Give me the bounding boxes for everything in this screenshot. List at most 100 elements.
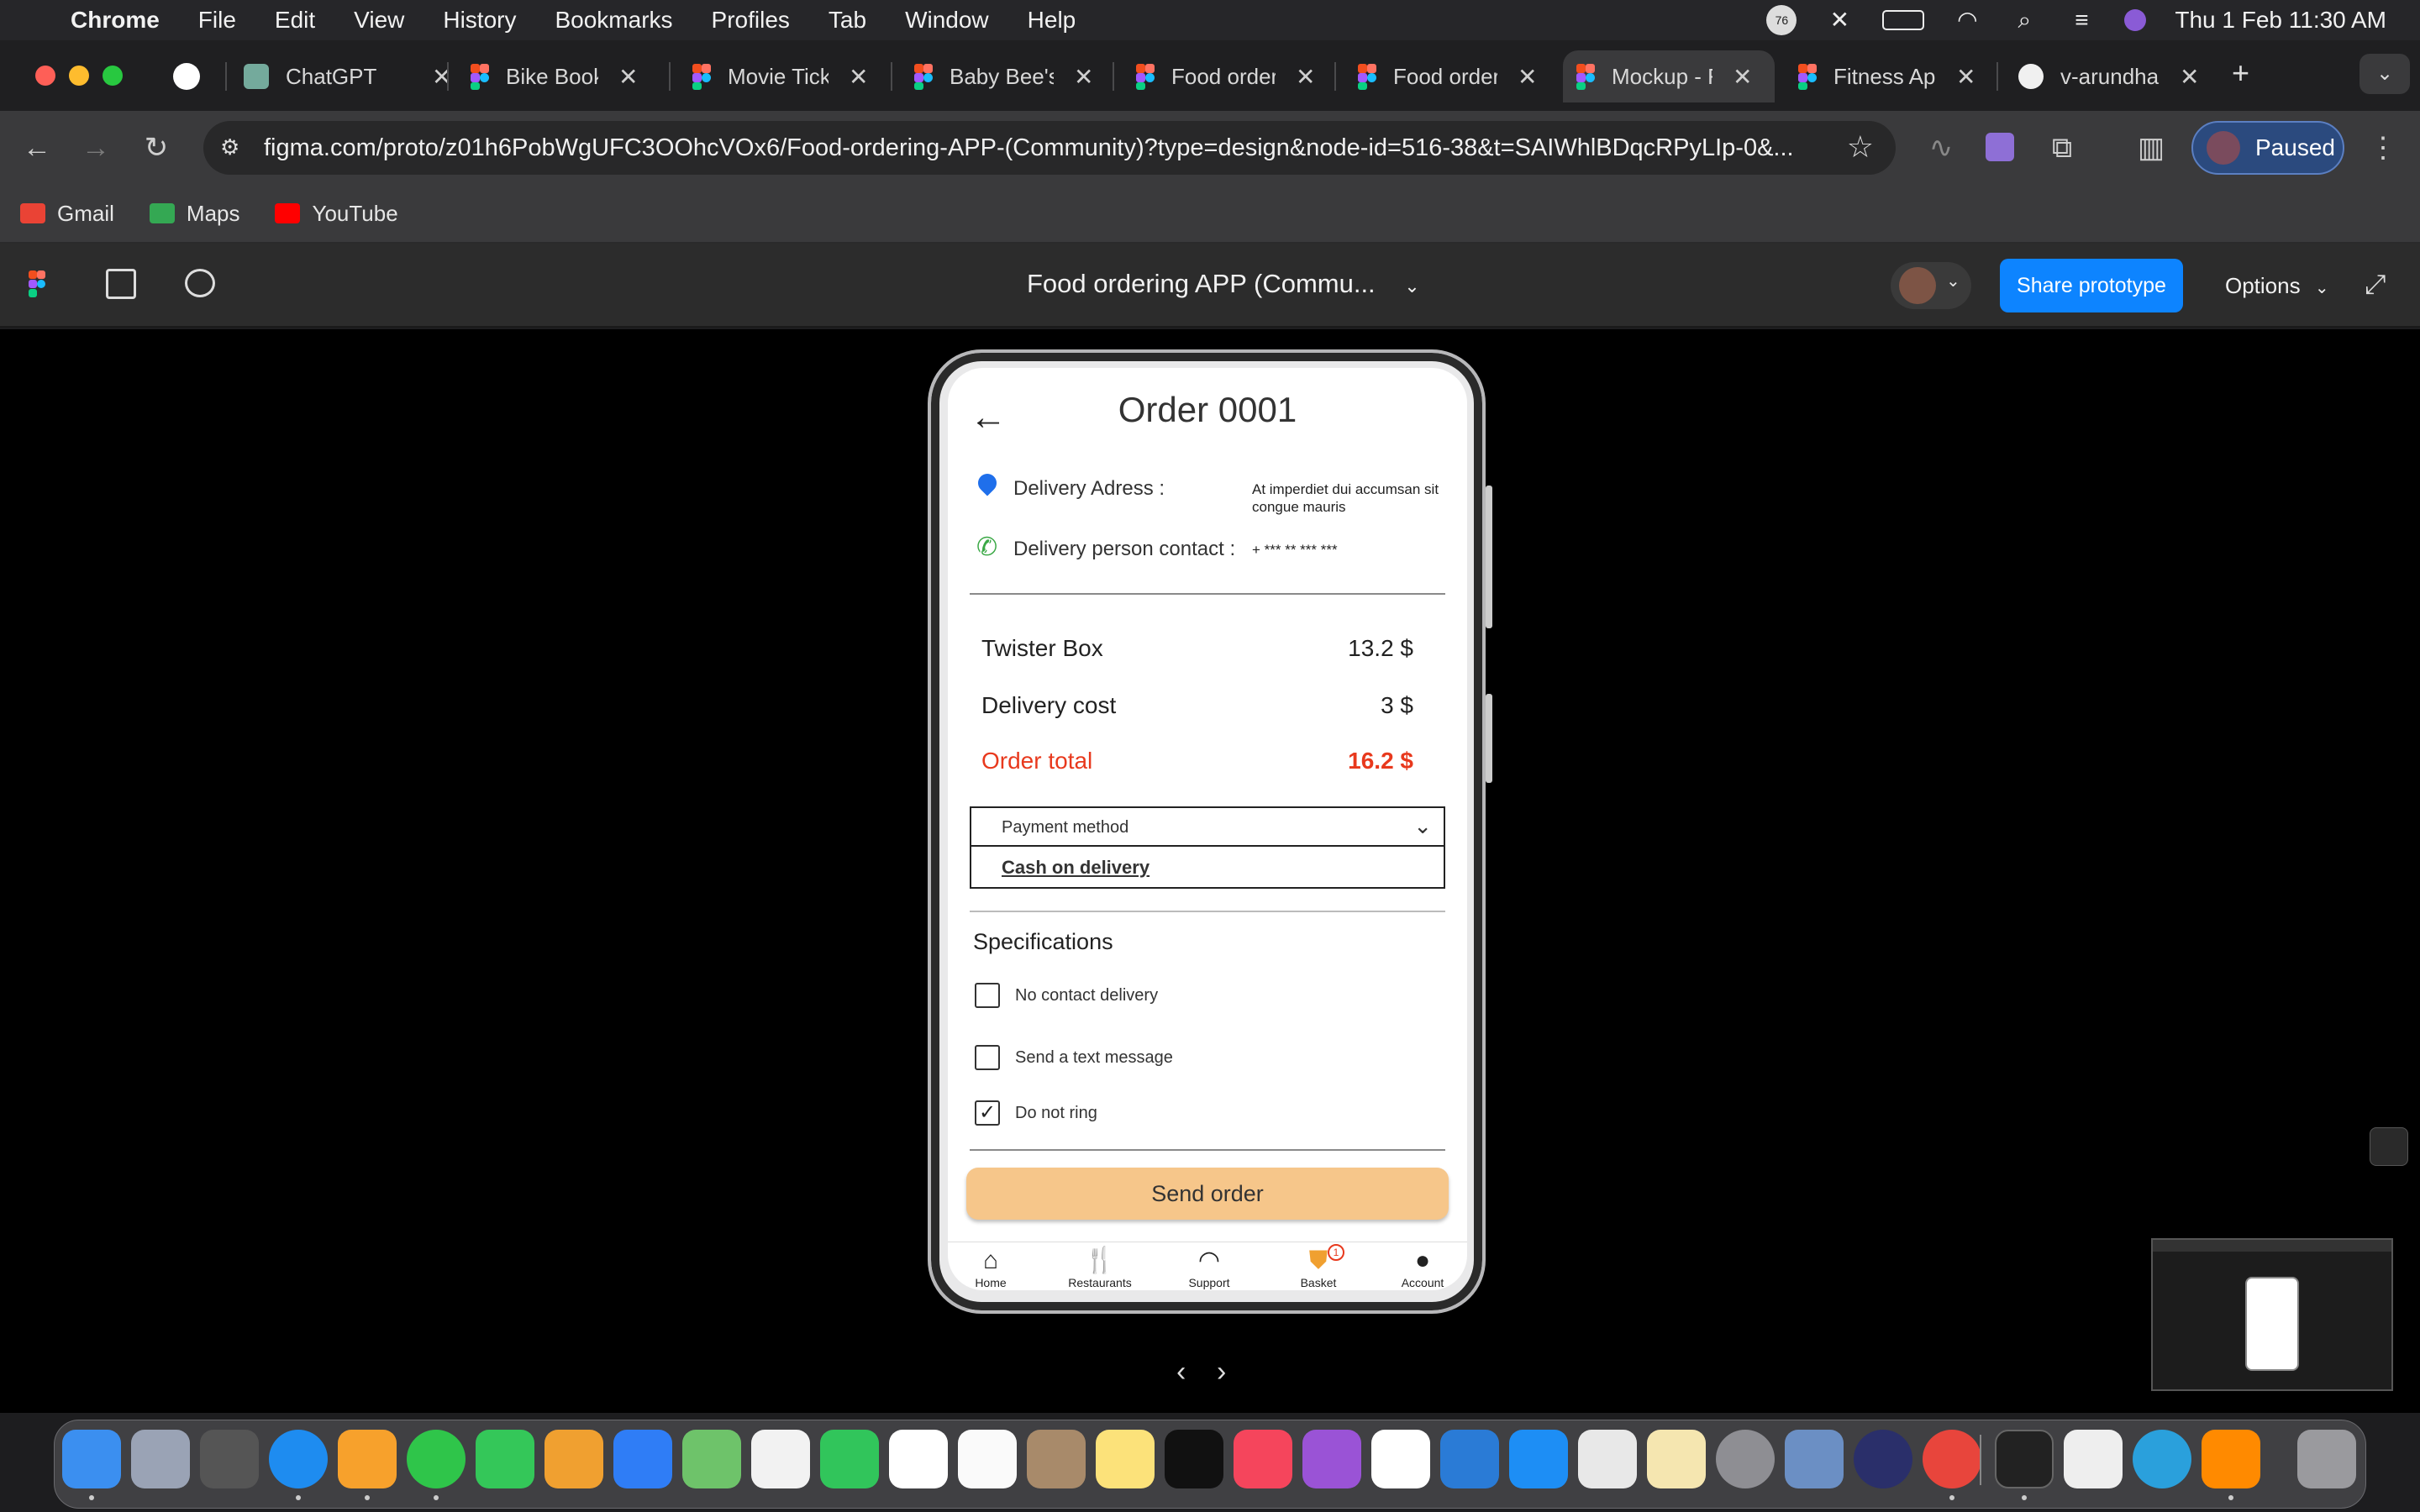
mail-icon[interactable] bbox=[613, 1430, 672, 1488]
tab-github[interactable]: v-arundha ✕ bbox=[2018, 50, 2199, 102]
bookmark-gmail[interactable]: Gmail bbox=[20, 201, 114, 227]
system-settings-icon[interactable] bbox=[1716, 1430, 1775, 1488]
next-frame-icon[interactable]: › bbox=[1217, 1356, 1226, 1389]
maps-icon[interactable] bbox=[682, 1430, 741, 1488]
apple-tv-icon[interactable] bbox=[1165, 1430, 1223, 1488]
nav-home[interactable]: ⌂ Home bbox=[948, 1246, 1037, 1289]
share-prototype-button[interactable]: Share prototype bbox=[2000, 259, 2183, 312]
tab-mockup-active[interactable]: Mockup - F ✕ bbox=[1563, 50, 1775, 102]
calendar-icon[interactable] bbox=[889, 1430, 948, 1488]
messages-icon[interactable] bbox=[476, 1430, 534, 1488]
site-info-icon[interactable]: ⚙ bbox=[220, 134, 239, 160]
status-badge-icon[interactable]: 76 bbox=[1766, 5, 1797, 35]
sidebar-toggle-icon[interactable] bbox=[106, 269, 136, 299]
file-title-dropdown[interactable]: Food ordering APP (Commu... ⌄ bbox=[1027, 269, 1420, 299]
send-order-button[interactable]: Send order bbox=[966, 1168, 1449, 1220]
bookmark-maps[interactable]: Maps bbox=[149, 201, 239, 227]
nav-basket[interactable]: ⛊ Basket 1 bbox=[1272, 1244, 1365, 1289]
spotlight-search-icon[interactable]: ⌕ bbox=[2010, 8, 2039, 32]
screen-thumbnail[interactable] bbox=[2151, 1238, 2393, 1391]
menu-window[interactable]: Window bbox=[905, 7, 989, 34]
minimize-window-icon[interactable] bbox=[69, 66, 89, 86]
trash-icon[interactable] bbox=[2297, 1430, 2356, 1488]
textedit-icon[interactable] bbox=[2064, 1430, 2123, 1488]
app-store-icon[interactable] bbox=[1509, 1430, 1568, 1488]
menu-edit[interactable]: Edit bbox=[275, 7, 315, 34]
books-icon[interactable] bbox=[338, 1430, 397, 1488]
tab-movie-ticket[interactable]: Movie Ticket ✕ bbox=[692, 50, 868, 102]
figma-logo-icon[interactable] bbox=[29, 270, 45, 299]
keychain-icon[interactable] bbox=[200, 1430, 259, 1488]
previous-frame-icon[interactable]: ‹ bbox=[1176, 1356, 1186, 1389]
wifi-icon[interactable]: ◠ bbox=[1953, 8, 1981, 32]
close-tab-icon[interactable]: ✕ bbox=[1733, 63, 1752, 91]
tab-food-order-1[interactable]: Food order ✕ bbox=[1136, 50, 1315, 102]
tab-fitness-app[interactable]: Fitness Ap ✕ bbox=[1798, 50, 1975, 102]
telegram-icon[interactable] bbox=[2133, 1430, 2191, 1488]
close-window-icon[interactable] bbox=[35, 66, 55, 86]
extension-icon[interactable] bbox=[1980, 128, 2020, 168]
nav-account[interactable]: ● Account bbox=[1376, 1246, 1467, 1289]
sublime-text-icon[interactable] bbox=[2202, 1430, 2260, 1488]
vscode-icon[interactable] bbox=[1440, 1430, 1499, 1488]
menu-bookmarks[interactable]: Bookmarks bbox=[555, 7, 672, 34]
safari-icon[interactable] bbox=[269, 1430, 328, 1488]
storage-icon[interactable] bbox=[1785, 1430, 1844, 1488]
menu-view[interactable]: View bbox=[354, 7, 404, 34]
vpn-icon[interactable] bbox=[1854, 1430, 1912, 1488]
battery-icon[interactable] bbox=[1882, 10, 1925, 30]
checkbox-no-contact[interactable] bbox=[975, 983, 1000, 1008]
payment-option-cash[interactable]: Cash on delivery bbox=[971, 847, 1444, 879]
menu-profiles[interactable]: Profiles bbox=[712, 7, 790, 34]
contacts-icon[interactable] bbox=[1027, 1430, 1086, 1488]
nav-support[interactable]: ◠ Support bbox=[1163, 1246, 1255, 1289]
menu-clock[interactable]: Thu 1 Feb 11:30 AM bbox=[2175, 7, 2386, 34]
menu-help[interactable]: Help bbox=[1028, 7, 1076, 34]
menu-tab[interactable]: Tab bbox=[829, 7, 866, 34]
chrome-icon[interactable] bbox=[1923, 1430, 1981, 1488]
tab-baby-bees[interactable]: Baby Bee's ✕ bbox=[914, 50, 1093, 102]
address-bar[interactable]: ⚙ figma.com/proto/z01h6PobWgUFC3OOhcVOx6… bbox=[203, 121, 1896, 175]
podcasts-icon[interactable] bbox=[1302, 1430, 1361, 1488]
tab-bike-booking[interactable]: Bike Booking ✕ bbox=[471, 50, 638, 102]
side-panel-icon[interactable]: ▥ bbox=[2131, 128, 2171, 168]
menu-file[interactable]: File bbox=[198, 7, 236, 34]
forward-icon[interactable]: → bbox=[76, 128, 116, 168]
numbers-icon[interactable] bbox=[1371, 1430, 1430, 1488]
keynote-icon[interactable] bbox=[1578, 1430, 1637, 1488]
close-tab-icon[interactable]: ✕ bbox=[2180, 63, 2199, 91]
tab-search-icon[interactable]: ⌄ bbox=[2360, 54, 2410, 94]
viewer-avatar-menu[interactable]: ⌄ bbox=[1891, 262, 1971, 309]
back-icon[interactable]: ← bbox=[17, 128, 57, 168]
close-tab-icon[interactable]: ✕ bbox=[1518, 63, 1537, 91]
bookmark-youtube[interactable]: YouTube bbox=[275, 201, 398, 227]
extension-pulse-icon[interactable]: ∿ bbox=[1921, 128, 1961, 168]
close-tab-icon[interactable]: ✕ bbox=[849, 63, 868, 91]
payment-method-dropdown[interactable]: Payment method ⌄ Cash on delivery bbox=[970, 806, 1445, 889]
reload-icon[interactable]: ↻ bbox=[136, 128, 176, 168]
checkbox-do-not-ring[interactable]: ✓ bbox=[975, 1100, 1000, 1126]
terminal-icon[interactable] bbox=[1995, 1430, 2054, 1488]
maximize-window-icon[interactable] bbox=[103, 66, 123, 86]
preview-icon[interactable] bbox=[544, 1430, 603, 1488]
options-menu[interactable]: Options ⌄ bbox=[2225, 273, 2329, 299]
facetime-icon[interactable] bbox=[820, 1430, 879, 1488]
photos-icon[interactable] bbox=[751, 1430, 810, 1488]
payment-method-header[interactable]: Payment method ⌄ bbox=[971, 808, 1444, 847]
launchpad-icon[interactable] bbox=[131, 1430, 190, 1488]
siri-icon[interactable] bbox=[2124, 9, 2147, 31]
close-tab-icon[interactable]: ✕ bbox=[618, 63, 638, 91]
extensions-puzzle-icon[interactable]: ⧉ bbox=[2042, 128, 2082, 168]
tab-food-order-2[interactable]: Food order ✕ bbox=[1358, 50, 1537, 102]
close-tab-icon[interactable]: ✕ bbox=[1074, 63, 1093, 91]
menu-app-name[interactable]: Chrome bbox=[71, 7, 160, 34]
whatsapp-icon[interactable] bbox=[407, 1430, 466, 1488]
music-icon[interactable] bbox=[1234, 1430, 1292, 1488]
checkbox-text-message[interactable] bbox=[975, 1045, 1000, 1070]
chrome-menu-icon[interactable]: ⋮ bbox=[2363, 128, 2403, 168]
bookmark-star-icon[interactable]: ☆ bbox=[1847, 129, 1874, 165]
reminders-icon[interactable] bbox=[958, 1430, 1017, 1488]
floating-extension-icon[interactable] bbox=[2370, 1127, 2408, 1166]
tab-chatgpt[interactable]: ChatGPT ✕ bbox=[244, 50, 451, 102]
control-center-icon[interactable]: ≡ bbox=[2067, 8, 2096, 32]
